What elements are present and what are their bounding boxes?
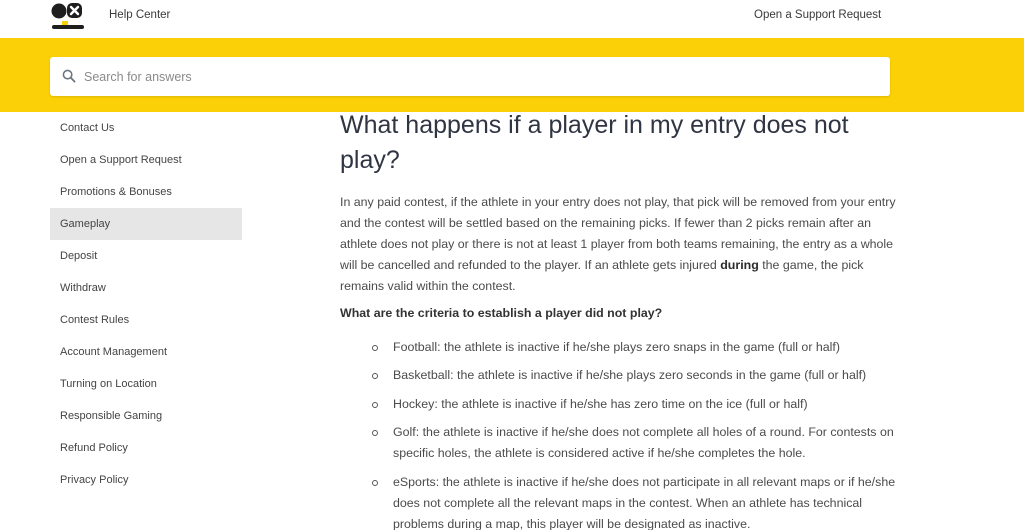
- bullet-circle-icon: [372, 344, 378, 351]
- list-item-text: Football: the athlete is inactive if he/…: [393, 339, 840, 354]
- sidebar-item-account-management[interactable]: Account Management: [50, 336, 242, 368]
- search-icon: [62, 69, 76, 83]
- sidebar-item-responsible-gaming[interactable]: Responsible Gaming: [50, 400, 242, 432]
- list-item-text: Golf: the athlete is inactive if he/she …: [393, 425, 894, 461]
- help-center-link[interactable]: Help Center: [109, 9, 170, 21]
- open-support-request-link[interactable]: Open a Support Request: [754, 9, 881, 21]
- intro-emphasis: during: [720, 257, 759, 272]
- criteria-question: What are the criteria to establish a pla…: [340, 305, 663, 320]
- list-item-text: Basketball: the athlete is inactive if h…: [393, 368, 867, 383]
- sidebar-item-refund-policy[interactable]: Refund Policy: [50, 432, 242, 464]
- criteria-list: Football: the athlete is inactive if he/…: [340, 337, 900, 530]
- bullet-circle-icon: [372, 479, 378, 486]
- search-input[interactable]: [84, 57, 874, 96]
- search-bar[interactable]: [50, 57, 890, 96]
- sidebar-item-gameplay[interactable]: Gameplay: [50, 208, 242, 240]
- sidebar-item-withdraw[interactable]: Withdraw: [50, 272, 242, 304]
- bullet-circle-icon: [372, 373, 378, 380]
- list-item: Basketball: the athlete is inactive if h…: [372, 365, 900, 386]
- sidebar-item-open-support-request[interactable]: Open a Support Request: [50, 144, 242, 176]
- list-item: Golf: the athlete is inactive if he/she …: [372, 422, 900, 464]
- sidebar-item-deposit[interactable]: Deposit: [50, 240, 242, 272]
- article-content: What happens if a player in my entry doe…: [340, 108, 900, 530]
- sidebar-item-contest-rules[interactable]: Contest Rules: [50, 304, 242, 336]
- sidebar-item-promotions-bonuses[interactable]: Promotions & Bonuses: [50, 176, 242, 208]
- sidebar-item-contact-us[interactable]: Contact Us: [50, 112, 242, 144]
- bullet-circle-icon: [372, 401, 378, 408]
- article-title: What happens if a player in my entry doe…: [340, 111, 849, 174]
- logo-icon: [51, 3, 84, 29]
- list-item-text: eSports: the athlete is inactive if he/s…: [393, 474, 896, 530]
- list-item: Hockey: the athlete is inactive if he/sh…: [372, 394, 900, 415]
- sidebar-item-turning-on-location[interactable]: Turning on Location: [50, 368, 242, 400]
- bullet-circle-icon: [372, 430, 378, 437]
- list-item-text: Hockey: the athlete is inactive if he/sh…: [393, 396, 808, 411]
- list-item: eSports: the athlete is inactive if he/s…: [372, 472, 900, 530]
- list-item: Football: the athlete is inactive if he/…: [372, 337, 900, 358]
- category-sidebar: Contact Us Open a Support Request Promot…: [50, 112, 242, 496]
- top-navigation: Help Center Open a Support Request: [0, 0, 1024, 38]
- brand-logo[interactable]: [50, 0, 88, 34]
- sidebar-item-privacy-policy[interactable]: Privacy Policy: [50, 464, 242, 496]
- article-intro: In any paid contest, if the athlete in y…: [340, 192, 900, 297]
